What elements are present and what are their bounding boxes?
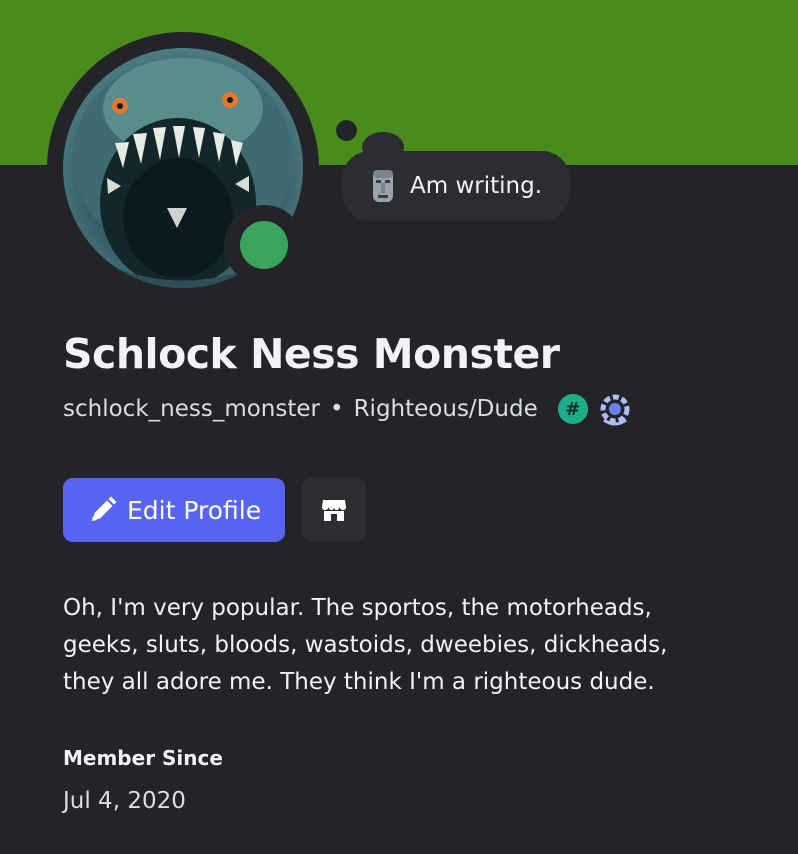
pencil-icon (92, 496, 117, 521)
bio-text: Oh, I'm very popular. The sportos, the m… (63, 595, 668, 695)
member-since-heading: Member Since (63, 746, 223, 770)
moai-emoji-icon (373, 170, 393, 202)
edit-profile-button[interactable]: Edit Profile (63, 478, 285, 542)
online-status-icon (240, 221, 288, 269)
profile-popout: Am writing. Schlock Ness Monster schlock… (0, 0, 798, 854)
thought-bubble-dot (336, 120, 357, 141)
separator: • (330, 396, 344, 422)
custom-status-bubble[interactable]: Am writing. (342, 151, 570, 221)
custom-status-text: Am writing. (410, 173, 543, 199)
edit-profile-label: Edit Profile (127, 495, 262, 525)
display-name: Schlock Ness Monster (63, 330, 560, 378)
shop-button[interactable] (302, 478, 366, 542)
pronouns: Righteous/Dude (353, 396, 538, 422)
profile-meta-row: schlock_ness_monster • Righteous/Dude # (63, 392, 634, 426)
username: schlock_ness_monster (63, 396, 320, 422)
laurel-badge-icon[interactable] (596, 390, 634, 428)
shop-icon (322, 500, 346, 521)
member-since-date: Jul 4, 2020 (63, 788, 186, 814)
hashtag-badge-icon[interactable]: # (557, 394, 588, 424)
